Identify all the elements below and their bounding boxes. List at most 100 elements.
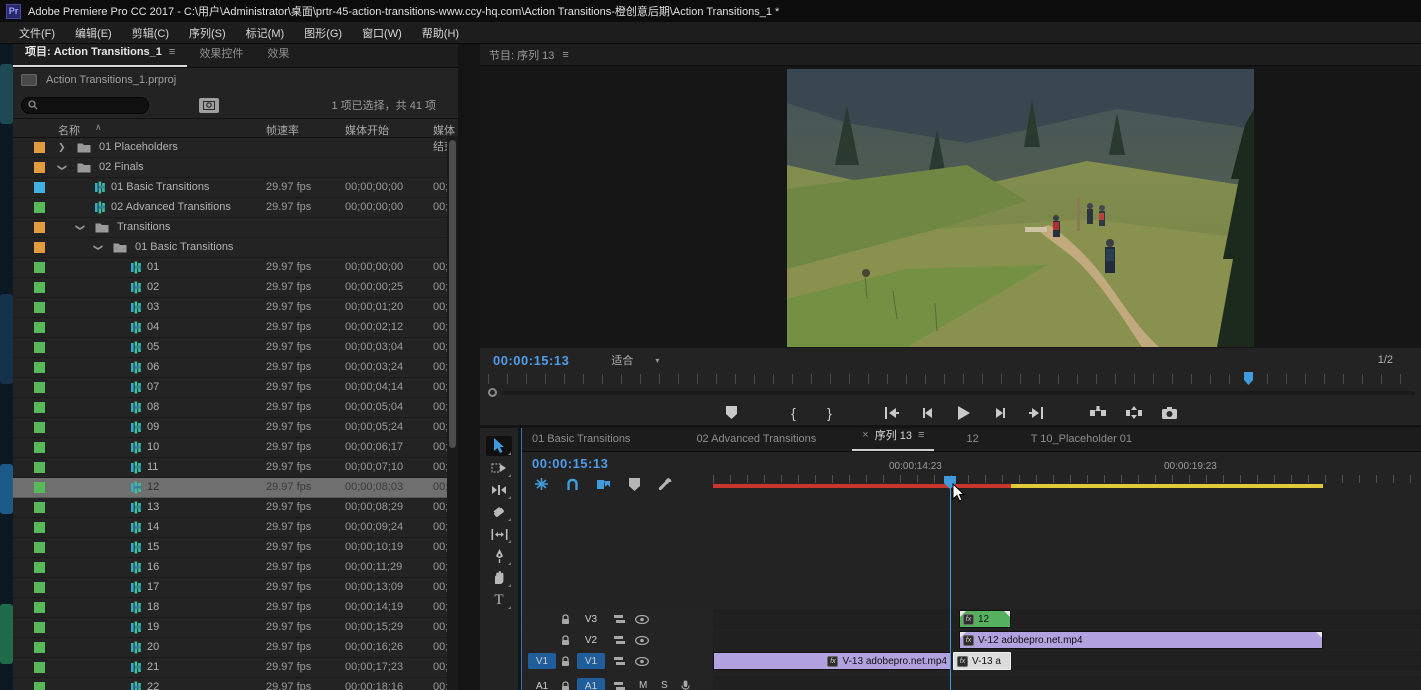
type-tool[interactable]: T: [486, 590, 512, 610]
sequence-row-item[interactable]: 0329.97 fps00;00;01;2000;00;0: [13, 298, 458, 318]
add-marker-button[interactable]: [721, 404, 743, 422]
toggle-track-output-icon[interactable]: [635, 633, 649, 647]
chevron-down-icon[interactable]: ❯: [92, 244, 103, 252]
track-lock-icon[interactable]: [558, 679, 572, 690]
project-tab-2[interactable]: 效果: [255, 40, 301, 67]
track-lock-icon[interactable]: [558, 612, 572, 626]
label-color-swatch[interactable]: [34, 542, 45, 553]
panel-menu-icon[interactable]: ≡: [562, 49, 568, 61]
timeline-tab-1[interactable]: 02 Advanced Transitions: [686, 428, 826, 451]
label-color-swatch[interactable]: [34, 562, 45, 573]
label-color-swatch[interactable]: [34, 182, 45, 193]
sequence-row-item[interactable]: 1429.97 fps00;00;09;2400;00;1: [13, 518, 458, 538]
label-color-swatch[interactable]: [34, 442, 45, 453]
track-lane-a1[interactable]: [713, 676, 1421, 690]
source-patch-v1[interactable]: V1: [528, 653, 556, 669]
track-select-forward-tool[interactable]: [486, 458, 512, 478]
selection-tool[interactable]: [486, 436, 512, 456]
label-color-swatch[interactable]: [34, 422, 45, 433]
label-color-swatch[interactable]: [34, 582, 45, 593]
label-color-swatch[interactable]: [34, 482, 45, 493]
label-color-swatch[interactable]: [34, 142, 45, 153]
label-color-swatch[interactable]: [34, 502, 45, 513]
razor-tool[interactable]: [486, 502, 512, 522]
menu-图形G[interactable]: 图形(G): [295, 22, 351, 44]
timeline-tab-0[interactable]: 01 Basic Transitions: [522, 428, 640, 451]
label-color-swatch[interactable]: [34, 382, 45, 393]
project-scrollbar[interactable]: [447, 136, 458, 690]
label-color-swatch[interactable]: [34, 222, 45, 233]
timeline-clip-v3-clip[interactable]: fx12: [959, 610, 1011, 628]
slip-tool[interactable]: [486, 524, 512, 544]
timeline-tab-3[interactable]: 12: [956, 428, 988, 451]
sort-ascending-icon[interactable]: ∧: [95, 122, 102, 133]
timeline-tab-4[interactable]: T 10_Placeholder 01: [1021, 428, 1142, 451]
track-lock-icon[interactable]: [558, 633, 572, 647]
bin-row-item[interactable]: ❯Transitions: [13, 218, 458, 238]
column-headers[interactable]: 名称 ∧ 帧速率 媒体开始 媒体结束: [13, 118, 458, 138]
timeline-clip-v2-clip[interactable]: fxV-12 adobepro.net.mp4: [959, 631, 1323, 649]
label-color-swatch[interactable]: [34, 402, 45, 413]
label-color-swatch[interactable]: [34, 282, 45, 293]
program-scroll-zoom-bar[interactable]: [486, 386, 1415, 398]
toggle-track-output-icon[interactable]: [635, 612, 649, 626]
pen-tool[interactable]: [486, 546, 512, 566]
step-forward-button[interactable]: [989, 404, 1011, 422]
project-tab-0[interactable]: 项目: Action Transitions_1≡: [13, 38, 187, 67]
track-lane-v3[interactable]: fx12: [713, 609, 1421, 629]
program-timecode[interactable]: 00:00:15:13: [493, 353, 569, 368]
sequence-row-item[interactable]: 0229.97 fps00;00;00;2500;00;0: [13, 278, 458, 298]
play-button[interactable]: [953, 404, 975, 422]
chevron-down-icon[interactable]: ❯: [74, 224, 85, 232]
mute-button[interactable]: M: [639, 680, 647, 690]
sequence-row-item[interactable]: 1329.97 fps00;00;08;2900;00;0: [13, 498, 458, 518]
panel-menu-icon[interactable]: ≡: [169, 46, 175, 58]
column-media-start[interactable]: 媒体开始: [345, 122, 389, 138]
toggle-track-output-icon[interactable]: [635, 654, 649, 668]
mark-in-button[interactable]: {: [783, 404, 805, 422]
label-color-swatch[interactable]: [34, 462, 45, 473]
sequence-row-item[interactable]: 01 Basic Transitions29.97 fps00;00;00;00…: [13, 178, 458, 198]
scrollbar-thumb[interactable]: [449, 140, 456, 448]
go-to-out-button[interactable]: [1025, 404, 1047, 422]
label-color-swatch[interactable]: [34, 162, 45, 173]
sync-lock-icon[interactable]: [612, 633, 626, 647]
label-color-swatch[interactable]: [34, 262, 45, 273]
mark-out-button[interactable]: }: [819, 404, 841, 422]
sequence-row-item[interactable]: 0429.97 fps00;00;02;1200;00;0: [13, 318, 458, 338]
label-color-swatch[interactable]: [34, 642, 45, 653]
label-color-swatch[interactable]: [34, 682, 45, 690]
zoom-level-dropdown[interactable]: 适合 ▾: [611, 352, 659, 368]
label-color-swatch[interactable]: [34, 242, 45, 253]
lift-button[interactable]: [1087, 404, 1109, 422]
sequence-row-item[interactable]: 1229.97 fps00;00;08;0300;00;0: [13, 478, 458, 498]
sequence-row-item[interactable]: 1029.97 fps00;00;06;1700;00;0: [13, 438, 458, 458]
label-color-swatch[interactable]: [34, 622, 45, 633]
close-tab-icon[interactable]: ×: [862, 429, 868, 441]
sequence-row-item[interactable]: 0729.97 fps00;00;04;1400;00;0: [13, 378, 458, 398]
sequence-row-item[interactable]: 0929.97 fps00;00;05;2400;00;0: [13, 418, 458, 438]
timeline-ruler[interactable]: 00:00:14:23 00:00:19:23: [713, 455, 1421, 483]
chevron-right-icon[interactable]: ❯: [58, 142, 66, 153]
label-color-swatch[interactable]: [34, 362, 45, 373]
go-to-in-button[interactable]: [881, 404, 903, 422]
label-color-swatch[interactable]: [34, 522, 45, 533]
column-framerate[interactable]: 帧速率: [266, 122, 299, 138]
search-input[interactable]: [21, 97, 149, 114]
bin-row-item[interactable]: ❯01 Basic Transitions: [13, 238, 458, 258]
program-mini-ruler[interactable]: [488, 374, 1413, 384]
scroll-track[interactable]: [502, 391, 1415, 395]
project-tab-1[interactable]: 效果控件: [187, 40, 255, 67]
label-color-swatch[interactable]: [34, 602, 45, 613]
label-color-swatch[interactable]: [34, 202, 45, 213]
label-color-swatch[interactable]: [34, 322, 45, 333]
menu-窗口W[interactable]: 窗口(W): [353, 22, 411, 44]
bin-row-item[interactable]: ❯01 Placeholders: [13, 138, 458, 158]
solo-button[interactable]: S: [661, 680, 668, 690]
sequence-row-item[interactable]: 1729.97 fps00;00;13;0900;00;1: [13, 578, 458, 598]
menu-帮助H[interactable]: 帮助(H): [413, 22, 468, 44]
sequence-row-item[interactable]: 2029.97 fps00;00;16;2600;00;1: [13, 638, 458, 658]
program-panel-header[interactable]: 节目: 序列 13 ≡: [480, 44, 1421, 66]
timeline-timecode[interactable]: 00:00:15:13: [532, 456, 608, 471]
label-color-swatch[interactable]: [34, 302, 45, 313]
